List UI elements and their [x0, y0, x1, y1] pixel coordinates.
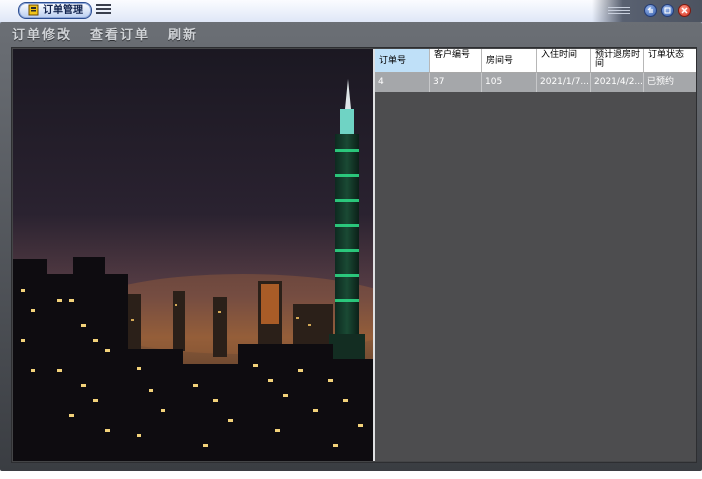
cell-customer-id: 37 — [430, 73, 482, 92]
help-icon — [647, 7, 653, 13]
orders-table[interactable]: 订单号 客户编号 房间号 入住时间 预计退房时间 订单状态 4 37 105 2… — [375, 49, 696, 461]
content-panel: 订单号 客户编号 房间号 入住时间 预计退房时间 订单状态 4 37 105 2… — [11, 47, 697, 463]
menu-icon[interactable] — [96, 4, 111, 16]
table-row[interactable]: 4 37 105 2021/1/7... 2021/4/2... 已预约 — [375, 73, 696, 92]
help-button[interactable] — [644, 4, 657, 17]
main-frame: 订单修改 查看订单 刷新 订单号 客户编号 房间号 入住时间 预计退房时间 订单… — [0, 22, 702, 471]
close-icon — [681, 7, 688, 14]
column-header-order-status[interactable]: 订单状态 — [644, 49, 696, 73]
minimize-button[interactable] — [661, 4, 674, 17]
cell-room-number: 105 — [482, 73, 537, 92]
column-header-customer-id[interactable]: 客户编号 — [430, 49, 482, 73]
view-order-button[interactable]: 查看订单 — [90, 25, 150, 47]
close-button[interactable] — [678, 4, 691, 17]
column-header-room-number[interactable]: 房间号 — [482, 49, 537, 73]
title-bar: 订单管理 — [0, 0, 702, 23]
column-header-checkin-time[interactable]: 入住时间 — [537, 49, 591, 73]
refresh-button[interactable]: 刷新 — [168, 25, 198, 47]
window-title-tab[interactable]: 订单管理 — [18, 2, 92, 19]
cell-order-id: 4 — [375, 73, 430, 92]
grip-icon — [608, 7, 630, 16]
cell-checkin-time: 2021/1/7... — [537, 73, 591, 92]
app-icon — [28, 4, 39, 16]
edit-order-button[interactable]: 订单修改 — [12, 25, 72, 47]
window-title: 订单管理 — [43, 5, 83, 16]
bottom-border — [0, 471, 702, 479]
city-night-photo — [13, 49, 375, 461]
window-controls — [592, 0, 702, 22]
minimize-icon — [664, 7, 671, 14]
cell-order-status: 已预约 — [647, 77, 675, 87]
column-header-checkout-time[interactable]: 预计退房时间 — [591, 49, 644, 73]
column-header-order-id[interactable]: 订单号 — [375, 49, 430, 73]
cell-checkout-time: 2021/4/2... — [591, 73, 644, 92]
toolbar: 订单修改 查看订单 刷新 — [12, 25, 198, 47]
table-header: 订单号 客户编号 房间号 入住时间 预计退房时间 订单状态 — [375, 49, 696, 73]
